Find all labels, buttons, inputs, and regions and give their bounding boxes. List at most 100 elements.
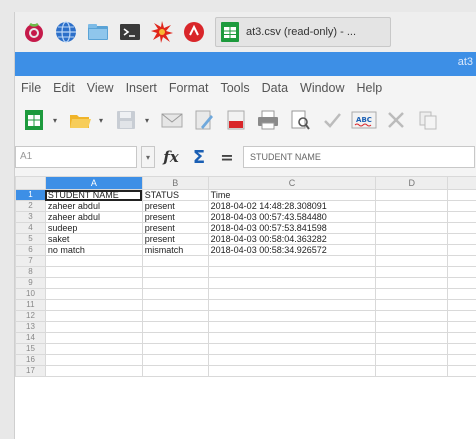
cell[interactable] bbox=[447, 365, 476, 377]
cell[interactable] bbox=[141, 299, 209, 311]
cell[interactable] bbox=[375, 266, 449, 278]
cell[interactable] bbox=[447, 332, 476, 344]
cell[interactable] bbox=[447, 277, 476, 289]
row-header[interactable]: 2 bbox=[15, 200, 46, 212]
menu-view[interactable]: View bbox=[87, 81, 114, 95]
column-header-c[interactable]: C bbox=[207, 176, 377, 190]
cell[interactable] bbox=[44, 255, 143, 267]
cell[interactable] bbox=[447, 255, 476, 267]
open-dropdown-arrow-icon[interactable]: ▾ bbox=[99, 116, 107, 125]
cell[interactable] bbox=[141, 277, 209, 289]
cell[interactable] bbox=[375, 354, 449, 366]
cell[interactable]: 2018-04-02 14:48:28.308091 bbox=[207, 200, 377, 212]
print-icon[interactable] bbox=[255, 107, 281, 133]
folder-icon[interactable] bbox=[85, 19, 111, 45]
menu-insert[interactable]: Insert bbox=[126, 81, 157, 95]
cell[interactable] bbox=[141, 321, 209, 333]
cell[interactable] bbox=[141, 354, 209, 366]
cell[interactable] bbox=[447, 211, 476, 223]
row-header[interactable]: 13 bbox=[15, 321, 46, 333]
cell[interactable] bbox=[447, 321, 476, 333]
column-header-a[interactable]: A bbox=[44, 176, 143, 190]
cell[interactable] bbox=[447, 266, 476, 278]
cell[interactable] bbox=[44, 365, 143, 377]
name-box-dropdown-icon[interactable]: ▾ bbox=[141, 146, 155, 168]
cell[interactable] bbox=[207, 332, 377, 344]
cell[interactable]: present bbox=[141, 211, 209, 223]
cell[interactable] bbox=[375, 200, 449, 212]
cell[interactable] bbox=[375, 222, 449, 234]
window-titlebar[interactable]: at3 bbox=[15, 52, 476, 76]
cell[interactable] bbox=[207, 343, 377, 355]
cell[interactable]: no match bbox=[44, 244, 143, 256]
cell[interactable]: zaheer abdul bbox=[44, 211, 143, 223]
save-dropdown-arrow-icon[interactable]: ▾ bbox=[145, 116, 153, 125]
cell[interactable] bbox=[44, 321, 143, 333]
cell[interactable]: mismatch bbox=[141, 244, 209, 256]
cell[interactable] bbox=[375, 332, 449, 344]
cell[interactable] bbox=[447, 222, 476, 234]
function-wizard-icon[interactable]: fx bbox=[159, 148, 183, 166]
cell[interactable] bbox=[141, 266, 209, 278]
record-icon[interactable] bbox=[181, 19, 207, 45]
cell[interactable] bbox=[375, 277, 449, 289]
cell[interactable] bbox=[375, 299, 449, 311]
spreadsheet-grid[interactable]: A B C D 1 STUDENT NAME STATUS Time 2 zaheer a… bbox=[15, 176, 476, 439]
menu-format[interactable]: Format bbox=[169, 81, 209, 95]
cell[interactable]: zaheer abdul bbox=[44, 200, 143, 212]
cell[interactable]: STATUS bbox=[141, 189, 209, 201]
column-header-b[interactable]: B bbox=[141, 176, 209, 190]
row-header[interactable]: 10 bbox=[15, 288, 46, 300]
taskbar-window-button[interactable]: at3.csv (read-only) - ... bbox=[215, 17, 391, 47]
row-header[interactable]: 12 bbox=[15, 310, 46, 322]
cell[interactable] bbox=[141, 343, 209, 355]
cell[interactable] bbox=[44, 266, 143, 278]
row-header[interactable]: 7 bbox=[15, 255, 46, 267]
cell[interactable]: Time bbox=[207, 189, 377, 201]
cell[interactable]: 2018-04-03 00:58:34.926572 bbox=[207, 244, 377, 256]
cell[interactable] bbox=[141, 332, 209, 344]
row-header[interactable]: 5 bbox=[15, 233, 46, 245]
cell[interactable] bbox=[447, 299, 476, 311]
cell[interactable]: present bbox=[141, 200, 209, 212]
terminal-icon[interactable] bbox=[117, 19, 143, 45]
globe-icon[interactable] bbox=[53, 19, 79, 45]
row-header[interactable]: 15 bbox=[15, 343, 46, 355]
cell[interactable] bbox=[141, 365, 209, 377]
edit-file-icon[interactable] bbox=[191, 107, 217, 133]
row-header[interactable]: 3 bbox=[15, 211, 46, 223]
cell[interactable] bbox=[447, 310, 476, 322]
row-header[interactable]: 1 bbox=[15, 189, 46, 201]
cell[interactable] bbox=[375, 365, 449, 377]
cell[interactable] bbox=[375, 233, 449, 245]
open-folder-icon[interactable] bbox=[67, 107, 93, 133]
cut-icon[interactable] bbox=[383, 107, 409, 133]
raspberry-icon[interactable] bbox=[21, 19, 47, 45]
row-header[interactable]: 6 bbox=[15, 244, 46, 256]
row-header[interactable]: 11 bbox=[15, 299, 46, 311]
cell[interactable] bbox=[447, 288, 476, 300]
cell[interactable] bbox=[447, 189, 476, 201]
cell[interactable] bbox=[447, 354, 476, 366]
cell[interactable] bbox=[44, 354, 143, 366]
cell[interactable] bbox=[44, 332, 143, 344]
menu-data[interactable]: Data bbox=[262, 81, 288, 95]
burst-icon[interactable] bbox=[149, 19, 175, 45]
new-document-icon[interactable] bbox=[21, 107, 47, 133]
cell[interactable] bbox=[375, 244, 449, 256]
row-header[interactable]: 14 bbox=[15, 332, 46, 344]
cell[interactable] bbox=[375, 310, 449, 322]
cell[interactable]: 2018-04-03 00:58:04.363282 bbox=[207, 233, 377, 245]
print-preview-icon[interactable] bbox=[287, 107, 313, 133]
cell[interactable] bbox=[141, 310, 209, 322]
cell[interactable]: 2018-04-03 00:57:43.584480 bbox=[207, 211, 377, 223]
select-all-corner[interactable] bbox=[15, 176, 46, 190]
cell[interactable] bbox=[207, 321, 377, 333]
spelling-icon[interactable] bbox=[319, 107, 345, 133]
cell[interactable] bbox=[141, 288, 209, 300]
autospellcheck-icon[interactable]: ABC bbox=[351, 107, 377, 133]
menu-help[interactable]: Help bbox=[357, 81, 383, 95]
cell[interactable] bbox=[207, 365, 377, 377]
cell[interactable] bbox=[44, 310, 143, 322]
row-header[interactable]: 16 bbox=[15, 354, 46, 366]
